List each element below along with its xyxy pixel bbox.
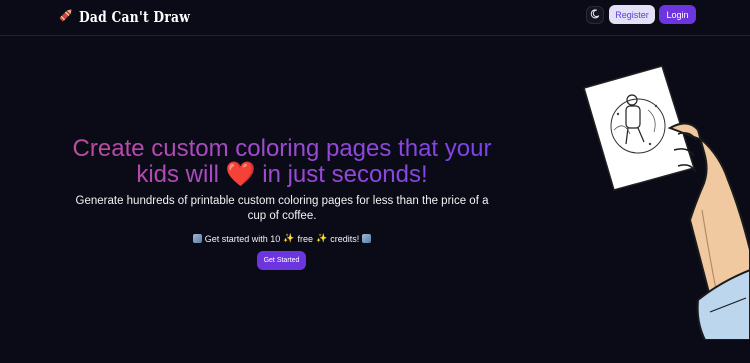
credits-prefix: Get started with 10	[204, 233, 281, 244]
sparkle-icon: ✨	[316, 233, 328, 243]
credits-suffix: credits!	[330, 233, 360, 244]
hero-headline: Create custom coloring pages that your k…	[70, 136, 494, 188]
login-button[interactable]: Login	[659, 5, 696, 24]
hero-subtitle: Generate hundreds of printable custom co…	[75, 195, 489, 222]
credits-promo: Get started with 10 ✨ free ✨ credits!	[70, 233, 494, 244]
hand-holding-coloring-page-illustration	[570, 60, 750, 342]
brand-name: Dad Can't Draw	[79, 8, 191, 26]
theme-toggle-button[interactable]	[586, 6, 604, 24]
get-started-button[interactable]: Get Started	[257, 251, 306, 270]
headline-text-end: in just seconds!	[262, 161, 428, 188]
moon-icon	[590, 6, 600, 24]
sparkle-icon: ✨	[283, 233, 295, 243]
register-button[interactable]: Register	[609, 5, 655, 24]
heart-emoji: ❤️	[225, 161, 256, 188]
arrow-emoji-icon	[192, 234, 202, 243]
brand-logo[interactable]: Dad Can't Draw	[57, 6, 215, 28]
hero-section: Create custom coloring pages that your k…	[70, 136, 494, 244]
credits-free: free	[297, 233, 314, 244]
check-emoji-icon	[362, 234, 372, 243]
navbar: Dad Can't Draw Register Login	[0, 0, 750, 36]
crayon-icon	[57, 6, 75, 29]
